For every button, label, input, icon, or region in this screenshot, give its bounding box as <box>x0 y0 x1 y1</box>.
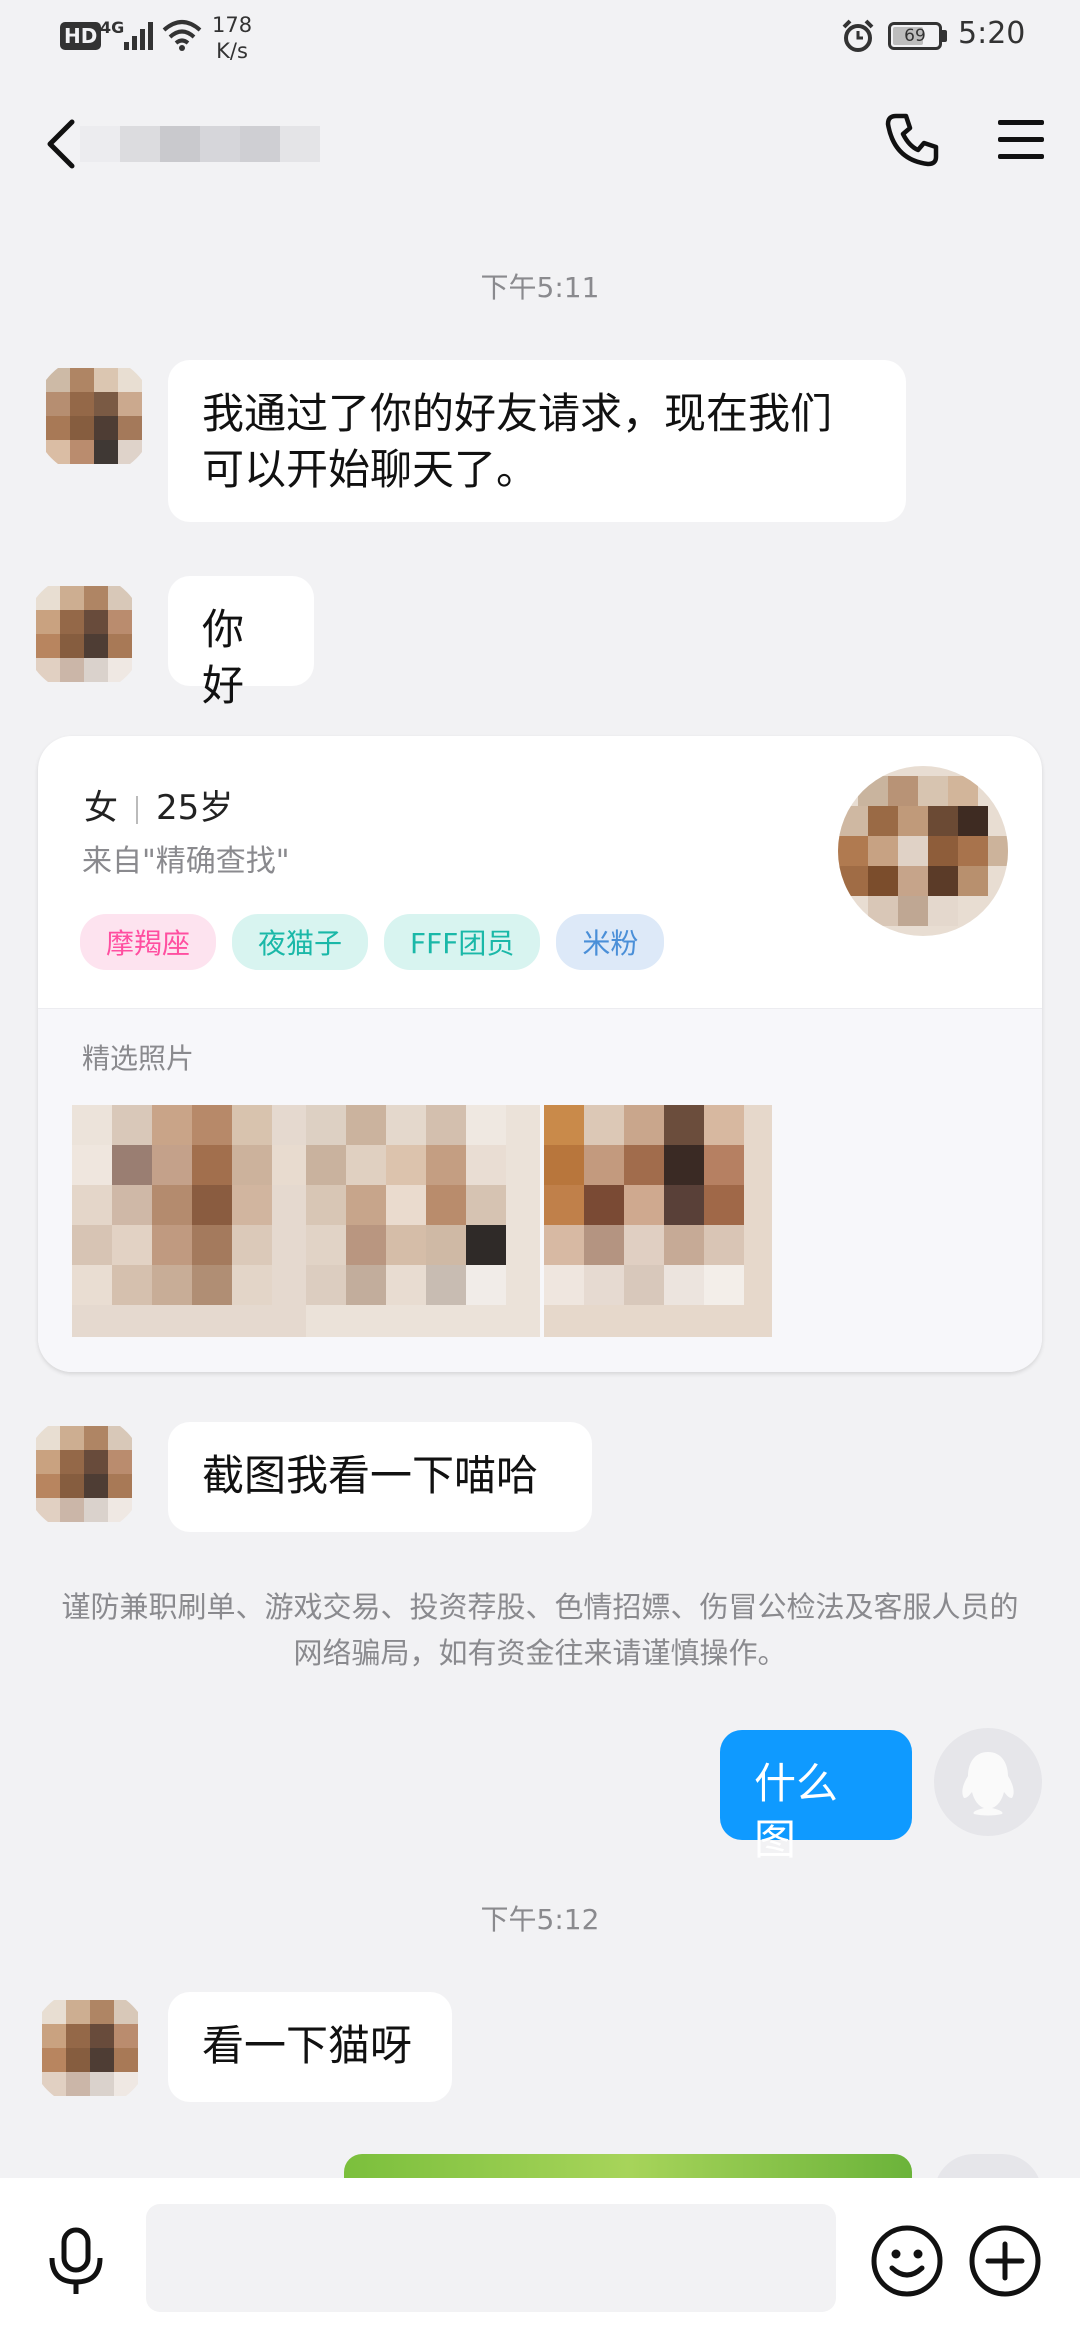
contact-avatar[interactable] <box>30 1988 150 2108</box>
status-bar: HD 4G 178 K/s 69 5:20 <box>0 0 1080 80</box>
network-speed: 178 K/s <box>212 12 252 64</box>
battery-icon: 69 <box>888 22 942 50</box>
contact-avatar[interactable] <box>24 574 144 694</box>
safety-notice: 谨防兼职刷单、游戏交易、投资荐股、色情招嫖、伤冒公检法及客服人员的网络骗局，如有… <box>61 1590 1019 1670</box>
contact-avatar[interactable] <box>34 356 154 476</box>
phone-call-icon[interactable] <box>882 110 942 170</box>
hd-indicator: HD <box>60 22 102 50</box>
profile-basic-info: 女 25岁 <box>84 780 233 829</box>
message-input[interactable] <box>146 2204 836 2312</box>
network-type: 4G <box>100 18 125 37</box>
contact-name-blurred[interactable] <box>80 116 350 172</box>
profile-avatar[interactable] <box>838 766 1008 936</box>
received-message[interactable]: 我通过了你的好友请求，现在我们可以开始聊天了。 <box>168 360 906 522</box>
chat-header <box>0 80 1080 210</box>
featured-photo[interactable] <box>306 1105 540 1337</box>
profile-age: 25岁 <box>156 788 234 828</box>
battery-cap <box>942 30 947 42</box>
clock: 5:20 <box>958 16 1026 51</box>
received-message[interactable]: 看一下猫呀 <box>168 1992 452 2102</box>
profile-source: 来自"精确查找" <box>82 844 290 879</box>
alarm-icon <box>842 19 874 52</box>
input-bar <box>0 2178 1080 2340</box>
signal-icon <box>124 22 153 50</box>
menu-icon[interactable] <box>996 116 1046 164</box>
message-text: 截图我看一下喵哈 <box>202 1451 539 1500</box>
microphone-icon[interactable] <box>44 2226 108 2298</box>
photos-label: 精选照片 <box>82 1042 195 1075</box>
plus-icon[interactable] <box>968 2224 1042 2298</box>
photo-strip <box>72 1105 772 1337</box>
speed-unit: K/s <box>216 39 248 63</box>
profile-card[interactable]: 女 25岁 来自"精确查找" 摩羯座 夜猫子 FFF团员 米粉 精选照片 <box>38 736 1042 1372</box>
message-text: 看一下猫呀 <box>202 2021 413 2070</box>
profile-tag[interactable]: 夜猫子 <box>232 914 369 970</box>
featured-photo[interactable] <box>544 1105 772 1337</box>
received-message[interactable]: 你好 <box>168 576 314 710</box>
back-arrow-icon[interactable] <box>38 114 82 174</box>
sent-message[interactable]: 什么图 <box>720 1730 912 1864</box>
speed-value: 178 <box>212 13 253 37</box>
message-timestamp: 下午5:11 <box>480 271 600 304</box>
wifi-icon <box>162 20 202 51</box>
featured-photo[interactable] <box>72 1105 306 1337</box>
profile-tag[interactable]: FFF团员 <box>384 914 541 970</box>
penguin-icon <box>962 1752 1014 1816</box>
emoji-icon[interactable] <box>870 2224 944 2298</box>
featured-photos-section: 精选照片 <box>38 1008 1042 1372</box>
message-text: 你好 <box>202 605 245 710</box>
profile-gender: 女 <box>84 788 118 828</box>
profile-tag[interactable]: 摩羯座 <box>80 914 217 970</box>
message-timestamp: 下午5:12 <box>480 1903 600 1936</box>
profile-tag[interactable]: 米粉 <box>556 914 665 970</box>
contact-avatar[interactable] <box>24 1414 144 1534</box>
battery-level: 69 <box>904 26 926 46</box>
received-message[interactable]: 截图我看一下喵哈 <box>168 1422 592 1532</box>
message-text: 我通过了你的好友请求，现在我们可以开始聊天了。 <box>202 389 833 494</box>
message-text: 什么图 <box>754 1759 839 1864</box>
profile-tags: 摩羯座 夜猫子 FFF团员 米粉 <box>80 914 665 970</box>
my-avatar[interactable] <box>934 1728 1042 1836</box>
